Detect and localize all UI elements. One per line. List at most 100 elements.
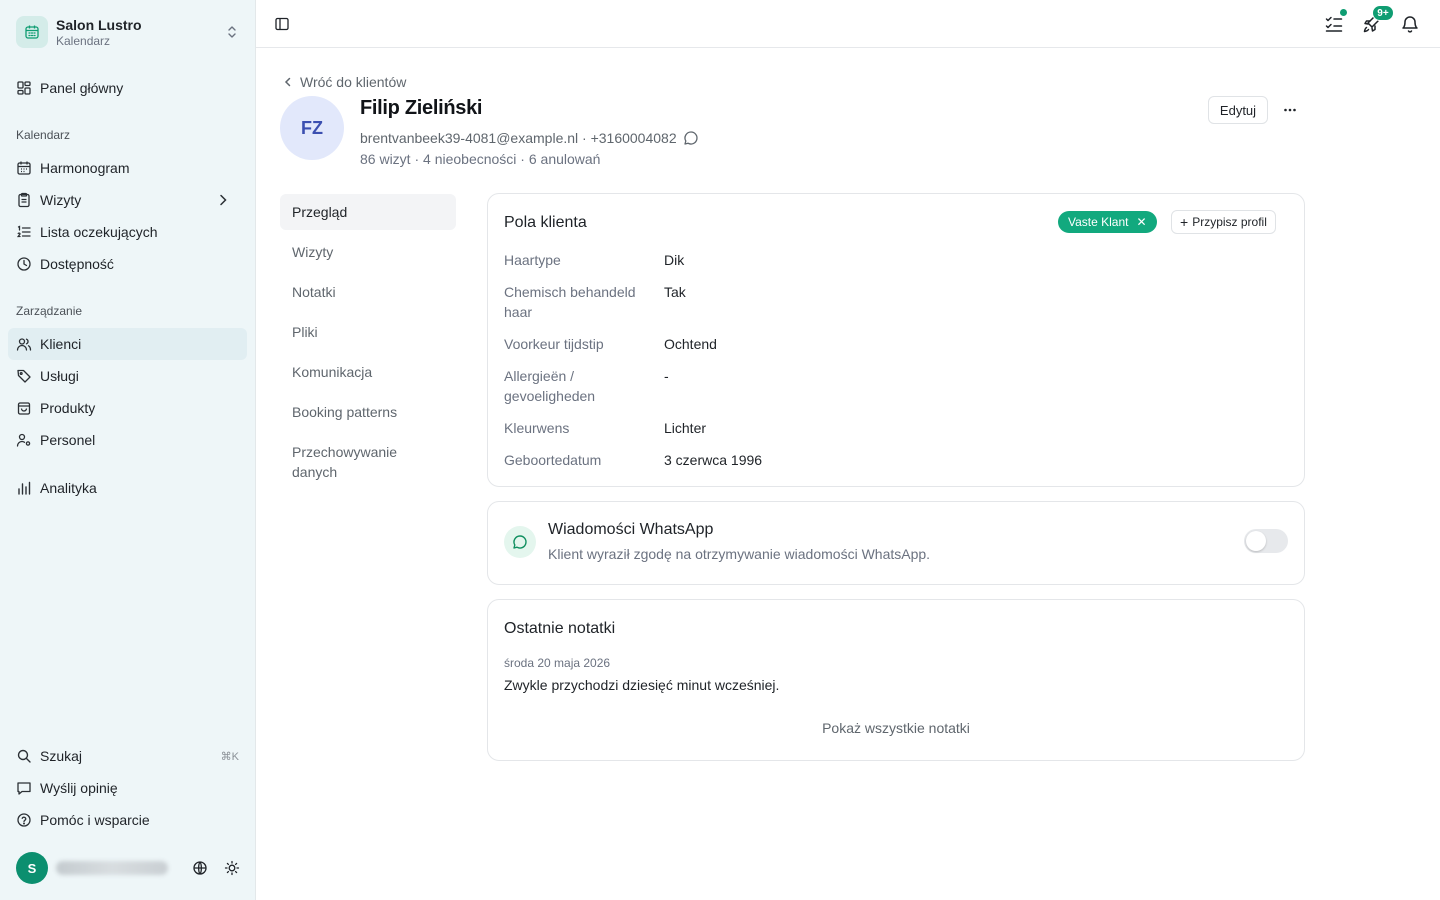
sidebar-item-label: Pomóc i wsparcie xyxy=(40,812,150,828)
assign-profile-button[interactable]: + Przypisz profil xyxy=(1171,210,1276,234)
field-label: Chemisch behandeld haar xyxy=(504,284,636,320)
sidebar-item-analytics[interactable]: Analityka xyxy=(8,472,247,504)
recent-notes-card: Ostatnie notatki środa 20 maja 2026 Zwyk… xyxy=(487,599,1305,761)
message-circle-icon[interactable] xyxy=(683,130,699,146)
clipboard-icon xyxy=(18,192,30,208)
plus-icon: + xyxy=(1180,214,1189,230)
sidebar-item-schedule[interactable]: Harmonogram xyxy=(8,152,247,184)
whatsapp-subtitle: Klient wyraził zgodę na otrzymywanie wia… xyxy=(548,546,931,562)
client-contact-text[interactable]: brentvanbeek39-4081@example.nl · +316000… xyxy=(360,130,677,146)
sidebar-item-label: Harmonogram xyxy=(40,160,130,176)
more-options-button[interactable] xyxy=(1278,100,1302,120)
message-square-icon xyxy=(17,782,31,795)
shopping-bag-icon xyxy=(17,402,31,415)
whatsapp-toggle[interactable] xyxy=(1244,529,1288,553)
sidebar-item-services[interactable]: Usługi xyxy=(8,360,247,392)
sidebar-toggle-icon[interactable] xyxy=(274,16,290,32)
globe-icon[interactable] xyxy=(192,860,208,876)
sidebar-item-label: Personel xyxy=(40,432,96,448)
sidebar-item-label: Produkty xyxy=(40,400,96,416)
list-ordered-icon xyxy=(16,225,31,238)
profile-tag-label: Vaste Klant xyxy=(1068,215,1129,229)
field-value: Ochtend xyxy=(664,336,717,352)
tab-appointments[interactable]: Wizyty xyxy=(280,234,456,270)
sidebar-item-label: Panel główny xyxy=(40,80,124,96)
field-label: Haartype xyxy=(504,252,561,268)
whatsapp-title: Wiadomości WhatsApp xyxy=(548,521,714,538)
card-title: Pola klienta xyxy=(504,214,587,231)
client-contact: brentvanbeek39-4081@example.nl · +316000… xyxy=(360,128,699,148)
profile-tag: Vaste Klant ✕ xyxy=(1058,211,1157,233)
whatsapp-card: Wiadomości WhatsApp Klient wyraził zgodę… xyxy=(487,501,1305,585)
user-menu[interactable]: S xyxy=(8,848,248,888)
tab-notes[interactable]: Notatki xyxy=(280,274,456,310)
field-value: Lichter xyxy=(664,420,707,436)
list-checks-icon xyxy=(1325,16,1343,32)
sidebar-item-label: Usługi xyxy=(40,368,79,384)
topbar: 9+ xyxy=(256,0,1440,48)
field-value: Tak xyxy=(664,284,686,300)
calendar-grid-icon xyxy=(17,161,31,175)
tab-booking-patterns[interactable]: Booking patterns xyxy=(280,394,456,430)
sidebar: Salon Lustro Kalendarz Panel główny Kale… xyxy=(0,0,256,900)
close-icon[interactable]: ✕ xyxy=(1136,215,1146,229)
tab-communication[interactable]: Komunikacja xyxy=(280,354,456,390)
sidebar-item-clients[interactable]: Klienci xyxy=(8,328,247,360)
sidebar-item-label: Wyślij opinię xyxy=(40,780,118,796)
client-stats: 86 wizyt · 4 nieobecności · 6 anulowań xyxy=(360,151,601,167)
users-icon xyxy=(16,338,32,351)
bar-chart-icon xyxy=(18,481,31,495)
field-value: - xyxy=(664,368,669,384)
sidebar-item-waitlist[interactable]: Lista oczekujących xyxy=(8,216,247,248)
section-label-management: Zarządzanie xyxy=(16,304,83,318)
sidebar-item-staff[interactable]: Personel xyxy=(8,424,247,456)
back-link-label: Wróć do klientów xyxy=(300,74,407,90)
client-fields-card: Pola klienta Vaste Klant ✕ + Przypisz pr… xyxy=(487,193,1305,487)
workspace-switcher[interactable]: Salon Lustro Kalendarz xyxy=(8,8,248,56)
tab-files[interactable]: Pliki xyxy=(280,314,456,350)
notifications-button[interactable] xyxy=(1400,14,1420,34)
more-horizontal-icon xyxy=(1284,108,1296,112)
sun-icon[interactable] xyxy=(224,860,240,876)
calendar-icon xyxy=(16,16,48,48)
sidebar-item-help[interactable]: Pomóc i wsparcie xyxy=(8,804,247,836)
toggle-knob xyxy=(1246,531,1266,551)
tab-data-retention[interactable]: Przechowywanie danych xyxy=(280,442,420,482)
sidebar-item-feedback[interactable]: Wyślij opinię xyxy=(8,772,247,804)
sidebar-item-dashboard[interactable]: Panel główny xyxy=(8,72,247,104)
field-value: Dik xyxy=(664,252,685,268)
chevron-updown-icon xyxy=(228,26,236,38)
bell-icon xyxy=(1402,16,1418,33)
launch-button[interactable]: 9+ xyxy=(1362,5,1394,34)
clock-icon xyxy=(17,257,31,271)
sidebar-item-label: Analityka xyxy=(40,480,97,496)
sidebar-item-products[interactable]: Produkty xyxy=(8,392,247,424)
section-label-calendar: Kalendarz xyxy=(16,128,71,142)
field-label: Kleurwens xyxy=(504,420,570,436)
sidebar-item-label: Dostępność xyxy=(40,256,114,272)
show-all-notes-button[interactable]: Pokaż wszystkie notatki xyxy=(488,720,1304,736)
note-date: środa 20 maja 2026 xyxy=(504,656,611,670)
back-to-clients-link[interactable]: Wróć do klientów xyxy=(282,72,406,92)
edit-button[interactable]: Edytuj xyxy=(1208,96,1268,124)
sidebar-item-appointments[interactable]: Wizyty xyxy=(8,184,247,216)
notification-badge: 9+ xyxy=(1372,5,1394,21)
chevron-right-icon xyxy=(220,194,227,206)
assign-profile-label: Przypisz profil xyxy=(1192,215,1267,229)
tab-overview[interactable]: Przegląd xyxy=(280,194,456,230)
keyboard-shortcut: ⌘K xyxy=(220,750,239,763)
avatar: S xyxy=(16,852,48,884)
field-value: 3 czerwca 1996 xyxy=(664,452,763,468)
card-title: Ostatnie notatki xyxy=(504,620,616,637)
user-email-blurred xyxy=(56,861,168,875)
tasks-button[interactable] xyxy=(1324,8,1348,34)
sidebar-item-label: Wizyty xyxy=(40,192,82,208)
search-icon xyxy=(17,749,31,763)
whatsapp-icon xyxy=(504,526,536,558)
tag-icon xyxy=(17,369,31,383)
sidebar-item-availability[interactable]: Dostępność xyxy=(8,248,247,280)
note-text: Zwykle przychodzi dziesięć minut wcześni… xyxy=(504,677,780,693)
field-label: Allergieën / gevoeligheden xyxy=(504,368,596,404)
sidebar-item-search[interactable]: Szukaj ⌘K xyxy=(8,740,247,772)
field-label: Voorkeur tijdstip xyxy=(504,336,604,352)
